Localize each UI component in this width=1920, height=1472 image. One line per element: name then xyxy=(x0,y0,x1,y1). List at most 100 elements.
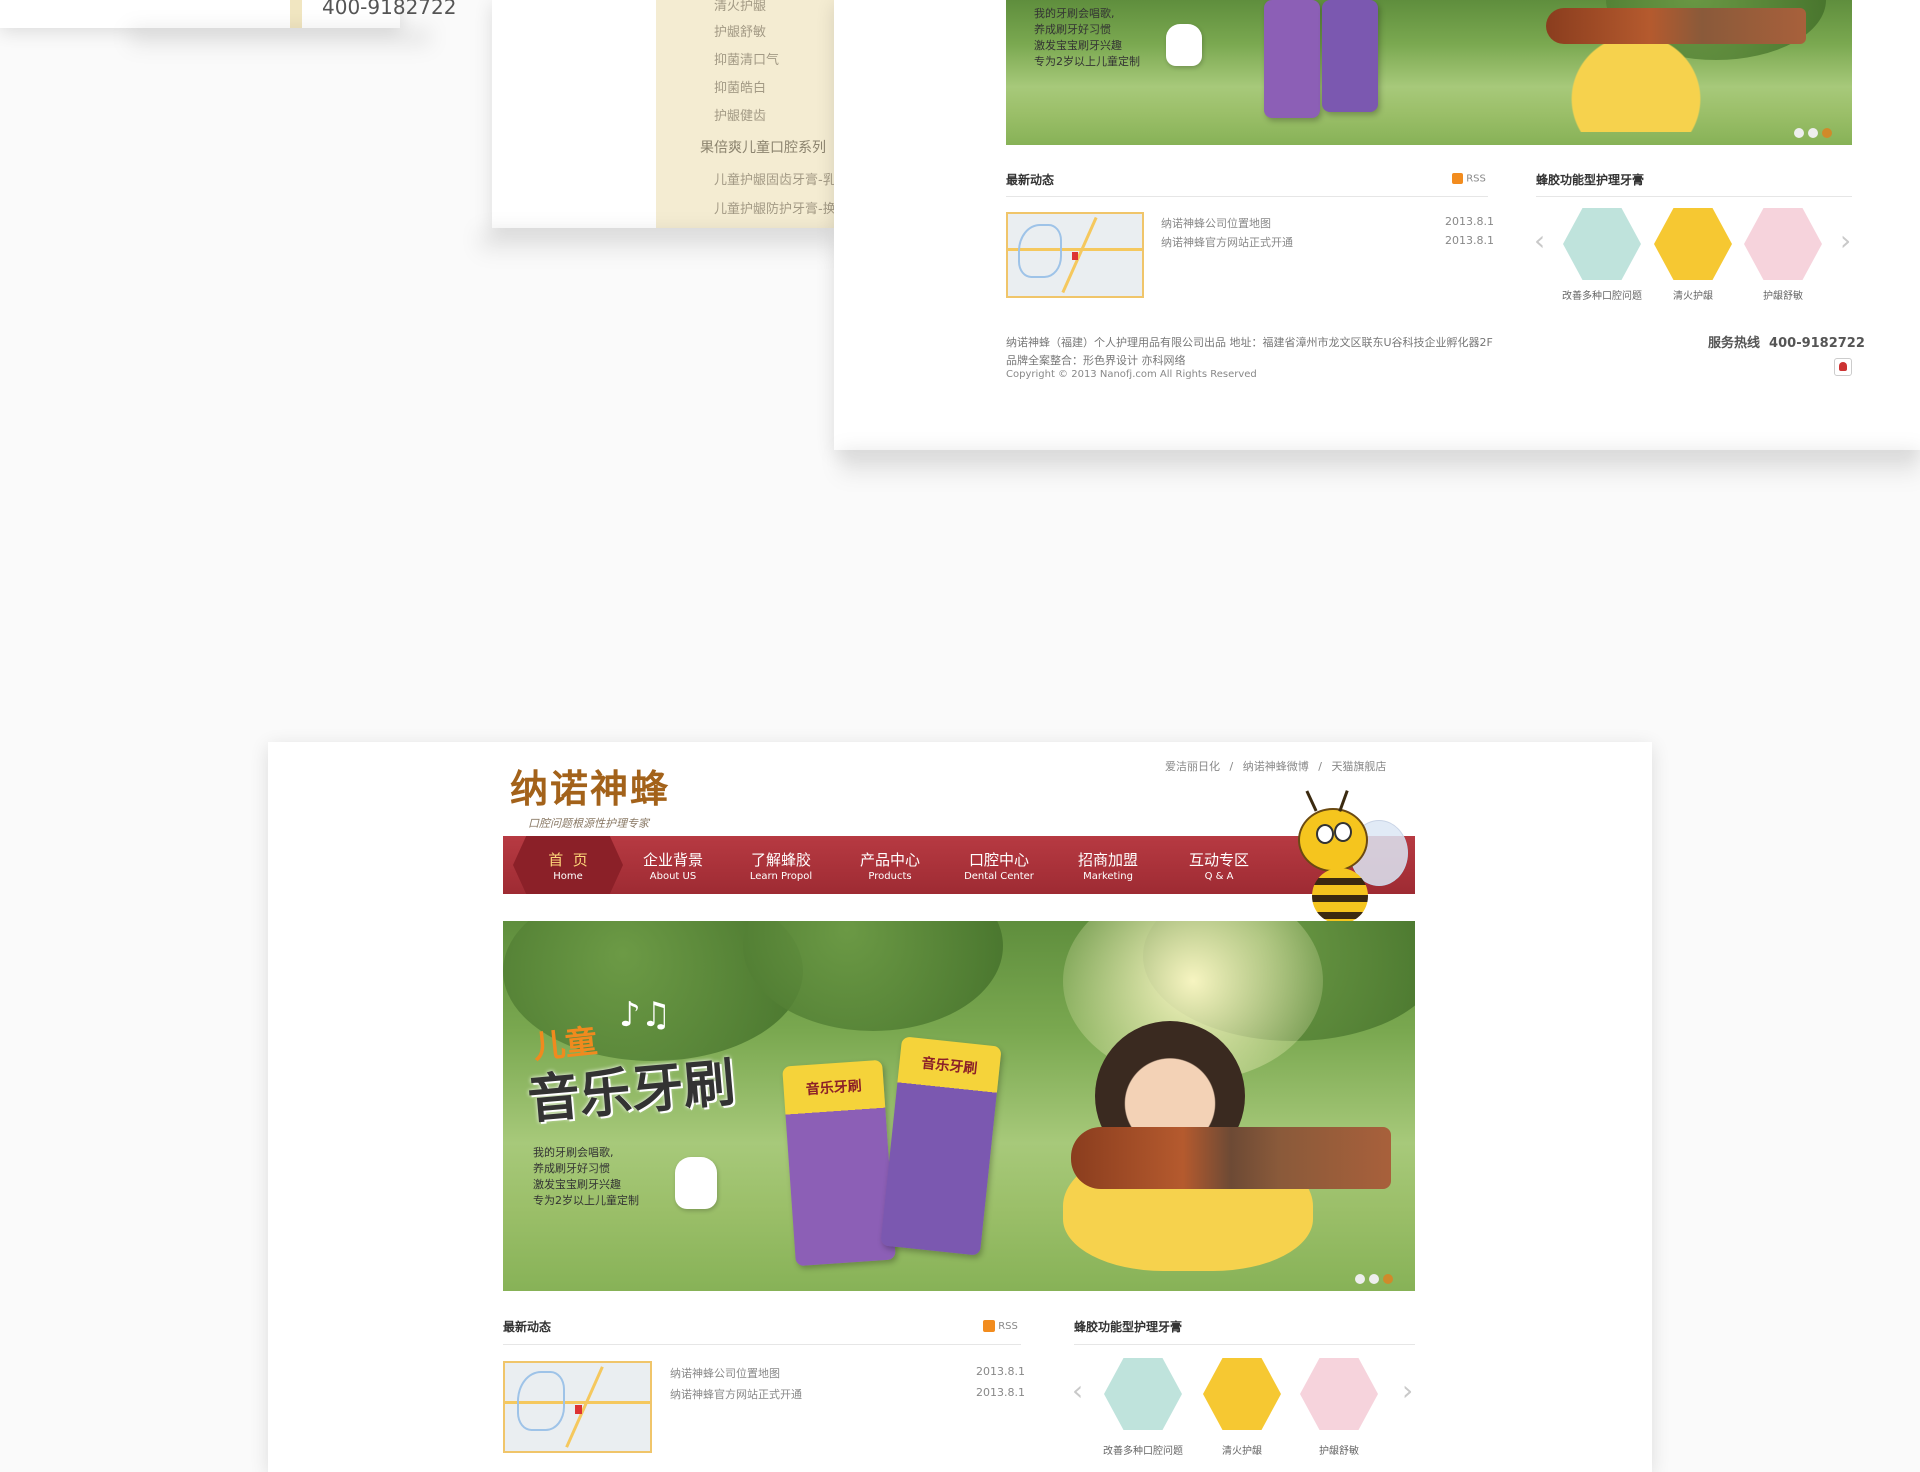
news-item[interactable]: 纳诺神蜂公司位置地图 xyxy=(1161,215,1271,231)
top-link-separator: / xyxy=(1318,760,1322,773)
nav-item-dental[interactable]: 口腔中心 Dental Center xyxy=(949,836,1049,894)
nav-label: 企业背景 xyxy=(642,851,703,869)
top-link[interactable]: 天猫旗舰店 xyxy=(1331,760,1386,773)
hero-copy: 我的牙刷会唱歌, 养成刷牙好习惯 激发宝宝刷牙兴趣 专为2岁以上儿童定制 xyxy=(533,1146,639,1207)
logo-slogan: 口腔问题根源性护理专家 xyxy=(528,817,649,830)
product-pack: 音乐牙刷 xyxy=(782,1059,896,1267)
map-pin-icon xyxy=(1072,252,1078,260)
location-map-thumbnail[interactable] xyxy=(503,1361,652,1453)
carousel-next-arrow[interactable]: › xyxy=(1402,1374,1413,1407)
nav-label: 口腔中心 xyxy=(968,851,1029,869)
main-hero-banner[interactable]: 儿童 ♪♫ 音乐牙刷 我的牙刷会唱歌, 养成刷牙好习惯 激发宝宝刷牙兴趣 专为2… xyxy=(503,921,1415,1291)
nav-item-about[interactable]: 企业背景 About US xyxy=(623,836,723,894)
product-caption: 护龈舒敏 xyxy=(1319,1446,1359,1457)
footer-line: 品牌全案整合：形色界设计 亦科网络 xyxy=(1006,354,1186,367)
slider-dots[interactable] xyxy=(1790,123,1832,142)
product-caption: 清火护龈 xyxy=(1222,1446,1262,1457)
nav-item-propolis[interactable]: 了解蜂胶 Learn Propol xyxy=(731,836,831,894)
product-pack: 音乐牙刷 xyxy=(880,1036,1002,1256)
map-river xyxy=(517,1371,565,1431)
slider-dot[interactable] xyxy=(1355,1274,1365,1284)
left-accent-stripe xyxy=(290,0,302,28)
product-caption: 改善多种口腔问题 xyxy=(1562,291,1642,302)
sidebar-item[interactable]: 护龈舒敏 xyxy=(714,21,766,40)
nav-label: 互动专区 xyxy=(1188,851,1249,869)
phone-number-partial: 400-9182722 xyxy=(322,0,457,19)
slider-dot[interactable] xyxy=(1794,128,1804,138)
sidebar-sub-item[interactable]: 儿童护龈防护牙膏-换牙 xyxy=(714,198,849,217)
news-date: 2013.8.1 xyxy=(1445,234,1494,247)
nav-item-products[interactable]: 产品中心 Products xyxy=(840,836,940,894)
product-pack xyxy=(1322,0,1378,112)
nav-sublabel: Q & A xyxy=(1204,871,1234,882)
guitar xyxy=(1546,8,1806,44)
products-divider xyxy=(1074,1344,1415,1345)
nav-sublabel: Home xyxy=(553,871,583,882)
products-section-title: 蜂胶功能型护理牙膏 xyxy=(1074,1320,1183,1334)
news-item[interactable]: 纳诺神蜂官方网站正式开通 xyxy=(670,1386,802,1402)
bee-eye xyxy=(1316,824,1334,844)
nav-sublabel: Products xyxy=(868,871,912,882)
slider-dot-active[interactable] xyxy=(1383,1274,1393,1284)
nav-sublabel: Learn Propol xyxy=(749,871,813,882)
slider-dot[interactable] xyxy=(1808,128,1818,138)
bee-body xyxy=(1312,868,1368,924)
carousel-next-arrow[interactable]: › xyxy=(1840,224,1851,257)
sidebar-panel: 清火护龈 护龈舒敏 抑菌清口气 抑菌皓白 护龈健齿 果倍爽儿童口腔系列 儿童护龈… xyxy=(656,0,849,228)
sidebar-card-shadow xyxy=(480,232,840,256)
nav-item-marketing[interactable]: 招商加盟 Marketing xyxy=(1058,836,1158,894)
rss-link[interactable]: RSS xyxy=(983,1320,1018,1332)
pack-title: 音乐牙刷 xyxy=(805,1078,863,1099)
left-card-shadow xyxy=(130,30,430,50)
nav-label: 首 页 xyxy=(548,851,588,869)
news-item[interactable]: 纳诺神蜂官方网站正式开通 xyxy=(1161,234,1293,250)
news-date: 2013.8.1 xyxy=(1445,215,1494,228)
sidebar-category[interactable]: 果倍爽儿童口腔系列 xyxy=(700,137,826,157)
nav-item-home[interactable]: 首 页 Home xyxy=(513,836,623,894)
slider-dot-active[interactable] xyxy=(1822,128,1832,138)
nav-item-qa[interactable]: 互动专区 Q & A xyxy=(1169,836,1269,894)
news-date: 2013.8.1 xyxy=(976,1365,1025,1378)
slider-dot[interactable] xyxy=(1369,1274,1379,1284)
news-item[interactable]: 纳诺神蜂公司位置地图 xyxy=(670,1365,780,1381)
bee-head xyxy=(1298,808,1368,872)
nav-sublabel: Dental Center xyxy=(964,871,1034,882)
music-note-icon: ♪♫ xyxy=(619,995,672,1035)
product-caption: 清火护龈 xyxy=(1673,291,1713,302)
pack-title: 音乐牙刷 xyxy=(920,1055,979,1078)
news-divider xyxy=(1006,196,1488,197)
slider-dots[interactable] xyxy=(1351,1269,1393,1288)
tooth-mascot xyxy=(1166,24,1202,66)
product-caption: 改善多种口腔问题 xyxy=(1103,1446,1183,1457)
top-links: 爱洁丽日化 / 纳诺神蜂微博 / 天猫旗舰店 xyxy=(1165,758,1386,774)
news-section-title: 最新动态 xyxy=(1006,173,1055,187)
sidebar-sub-item[interactable]: 儿童护龈固齿牙膏-乳牙 xyxy=(714,169,849,188)
tooth-mascot xyxy=(675,1157,717,1209)
nav-sublabel: About US xyxy=(649,871,697,882)
top-link[interactable]: 爱洁丽日化 xyxy=(1165,760,1220,773)
sidebar-item[interactable]: 抑菌皓白 xyxy=(714,77,766,96)
rss-label: RSS xyxy=(1466,173,1486,185)
carousel-prev-arrow[interactable]: ‹ xyxy=(1534,224,1545,257)
sidebar-item[interactable]: 抑菌清口气 xyxy=(714,49,779,68)
logo-text: 纳诺神蜂 xyxy=(510,766,671,811)
products-divider xyxy=(1536,196,1852,197)
rss-link[interactable]: RSS xyxy=(1452,173,1486,185)
news-section-title: 最新动态 xyxy=(503,1320,552,1334)
brand-logo[interactable]: 纳诺神蜂 口腔问题根源性护理专家 xyxy=(510,758,670,831)
sidebar-item[interactable]: 护龈健齿 xyxy=(714,105,766,124)
footer-copyright: Copyright © 2013 Nanofj.com All Rights R… xyxy=(1006,369,1257,380)
top-hero-banner[interactable]: 我的牙刷会唱歌, 养成刷牙好习惯 激发宝宝刷牙兴趣 专为2岁以上儿童定制 xyxy=(1006,0,1852,145)
hero-copy: 我的牙刷会唱歌, 养成刷牙好习惯 激发宝宝刷牙兴趣 专为2岁以上儿童定制 xyxy=(1034,7,1140,68)
top-link[interactable]: 纳诺神蜂微博 xyxy=(1243,760,1309,773)
location-map-thumbnail[interactable] xyxy=(1006,212,1144,298)
footer-line: 纳诺神蜂（福建）个人护理用品有限公司出品 地址：福建省漳州市龙文区联东U谷科技企… xyxy=(1006,336,1493,349)
guitar xyxy=(1071,1127,1391,1189)
sidebar-item[interactable]: 清火护龈 xyxy=(714,0,766,14)
news-divider xyxy=(503,1344,1021,1345)
rss-label: RSS xyxy=(998,1321,1018,1332)
product-pack xyxy=(1264,0,1320,118)
qq-chat-icon[interactable] xyxy=(1834,358,1852,376)
rss-icon xyxy=(1452,173,1463,184)
carousel-prev-arrow[interactable]: ‹ xyxy=(1072,1374,1083,1407)
